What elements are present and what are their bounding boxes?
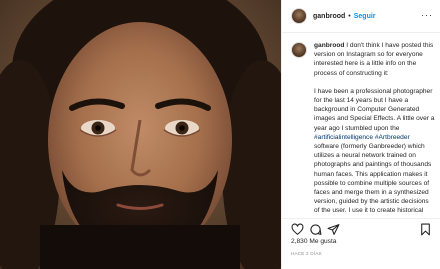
post-timestamp[interactable]: HACE 2 DÍAS <box>291 251 322 256</box>
caption: ganbrood I don't think I have posted thi… <box>291 41 437 217</box>
follow-button[interactable]: Seguir <box>354 13 376 20</box>
header-username[interactable]: ganbrood <box>313 13 345 20</box>
instagram-post: ganbrood • Seguir ··· ganbrood I don't t… <box>0 0 440 269</box>
post-header: ganbrood • Seguir ··· <box>282 0 440 33</box>
likes-count[interactable]: 2,830 Me gusta <box>291 238 336 245</box>
more-options-icon[interactable]: ··· <box>421 11 433 20</box>
post-photo[interactable] <box>0 0 281 269</box>
bookmark-icon[interactable] <box>419 223 432 236</box>
separator-dot: • <box>348 12 351 20</box>
hashtag-link[interactable]: #artificialintelligence <box>314 134 373 141</box>
caption-text: ganbrood I don't think I have posted thi… <box>314 41 436 217</box>
caption-avatar[interactable] <box>291 42 307 58</box>
heart-outline-icon[interactable] <box>291 223 304 236</box>
portrait-image <box>0 0 281 269</box>
caption-paragraph-2b: software (formerly Ganbreeder) which uti… <box>314 143 432 217</box>
caption-username[interactable]: ganbrood <box>314 42 344 49</box>
caption-paragraph-2a: I have been a professional photographer … <box>314 87 435 132</box>
post-details-panel: ganbrood • Seguir ··· ganbrood I don't t… <box>281 0 440 269</box>
action-bar <box>282 218 440 236</box>
share-icon[interactable] <box>327 223 340 236</box>
avatar[interactable] <box>291 8 307 24</box>
hashtag-link[interactable]: #Artbreeder <box>375 134 410 141</box>
comment-icon[interactable] <box>309 223 322 236</box>
